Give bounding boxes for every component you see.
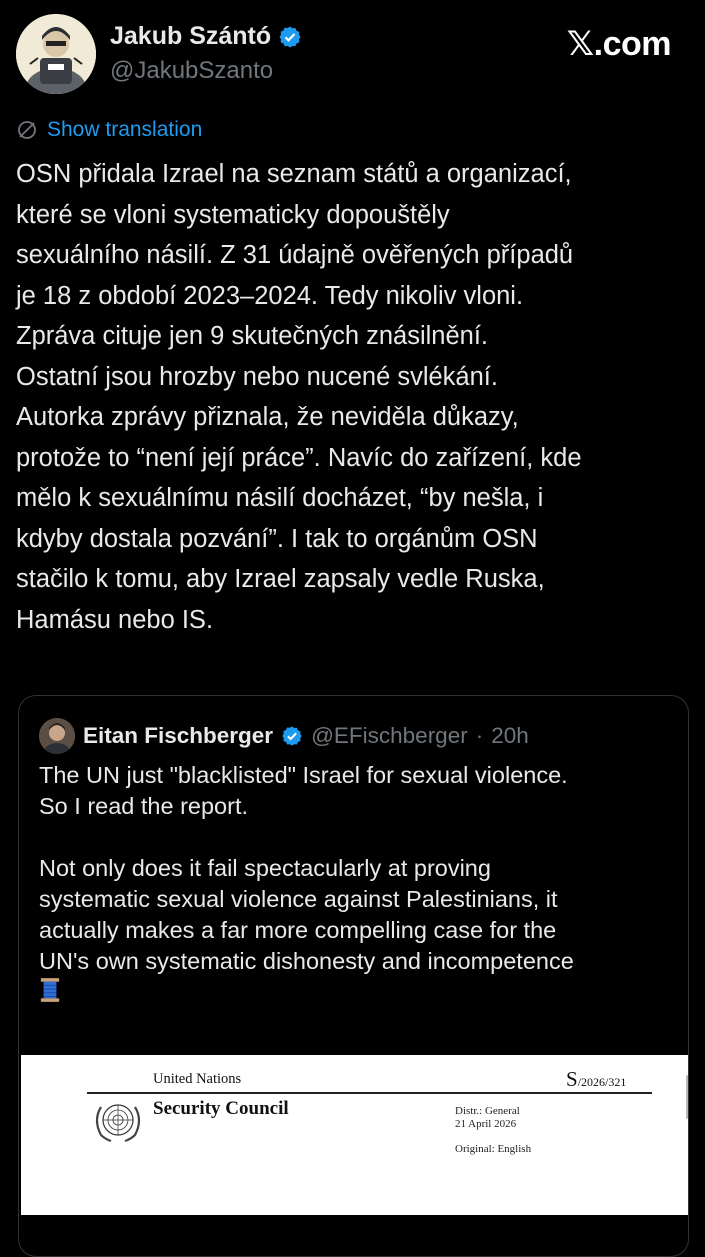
tweet-header: Jakub Szántó @JakubSzanto 𝕏.com — [16, 14, 689, 98]
x-logo[interactable]: 𝕏.com — [567, 24, 672, 64]
document-distribution: Distr.: General — [455, 1105, 520, 1117]
document-body: Security Council — [153, 1098, 289, 1119]
image-scrollbar[interactable] — [686, 1075, 688, 1119]
author-display-name[interactable]: Jakub Szántó — [110, 22, 302, 51]
quoted-author-avatar[interactable] — [39, 718, 75, 754]
document-org: United Nations — [153, 1071, 242, 1087]
document-symbol-letter: S — [566, 1067, 578, 1091]
quoted-tweet[interactable]: Eitan Fischberger @EFischberger · 20h Th… — [18, 695, 689, 1257]
quoted-author-handle[interactable]: @EFischberger — [311, 723, 468, 749]
author-avatar[interactable] — [16, 14, 96, 94]
tweet-text: OSN přidala Izrael na seznam států a org… — [16, 160, 582, 634]
verified-badge-icon — [279, 26, 301, 47]
author-names: Jakub Szántó @JakubSzanto — [110, 22, 302, 85]
document-symbol: S/2026/321 — [566, 1067, 626, 1092]
author-display-name-text: Jakub Szántó — [110, 22, 272, 50]
author-handle[interactable]: @JakubSzanto — [110, 57, 302, 85]
show-translation-label: Show translation — [47, 118, 203, 141]
quoted-tweet-time[interactable]: 20h — [491, 723, 529, 749]
quoted-author-name[interactable]: Eitan Fischberger — [83, 723, 273, 749]
document-symbol-number: /2026/321 — [577, 1075, 627, 1089]
document-rule — [87, 1092, 652, 1094]
show-translation-link[interactable]: Show translation — [16, 118, 202, 142]
quoted-tweet-document-image[interactable]: United Nations S/2026/321 Security Counc… — [21, 1055, 688, 1215]
verified-badge-icon — [282, 726, 302, 746]
un-emblem-icon — [95, 1104, 141, 1143]
quoted-tweet-text-block: The UN just "blacklisted" Israel for sex… — [39, 760, 679, 1011]
meta-separator: · — [475, 723, 484, 748]
document-date: 21 April 2026 — [455, 1118, 517, 1130]
translate-icon — [18, 121, 36, 139]
document-original-language: Original: English — [455, 1143, 532, 1155]
quoted-tweet-header: Eitan Fischberger @EFischberger · 20h — [39, 718, 529, 754]
thread-spool-icon — [39, 977, 61, 1011]
quoted-tweet-text: The UN just "blacklisted" Israel for sex… — [39, 762, 574, 974]
